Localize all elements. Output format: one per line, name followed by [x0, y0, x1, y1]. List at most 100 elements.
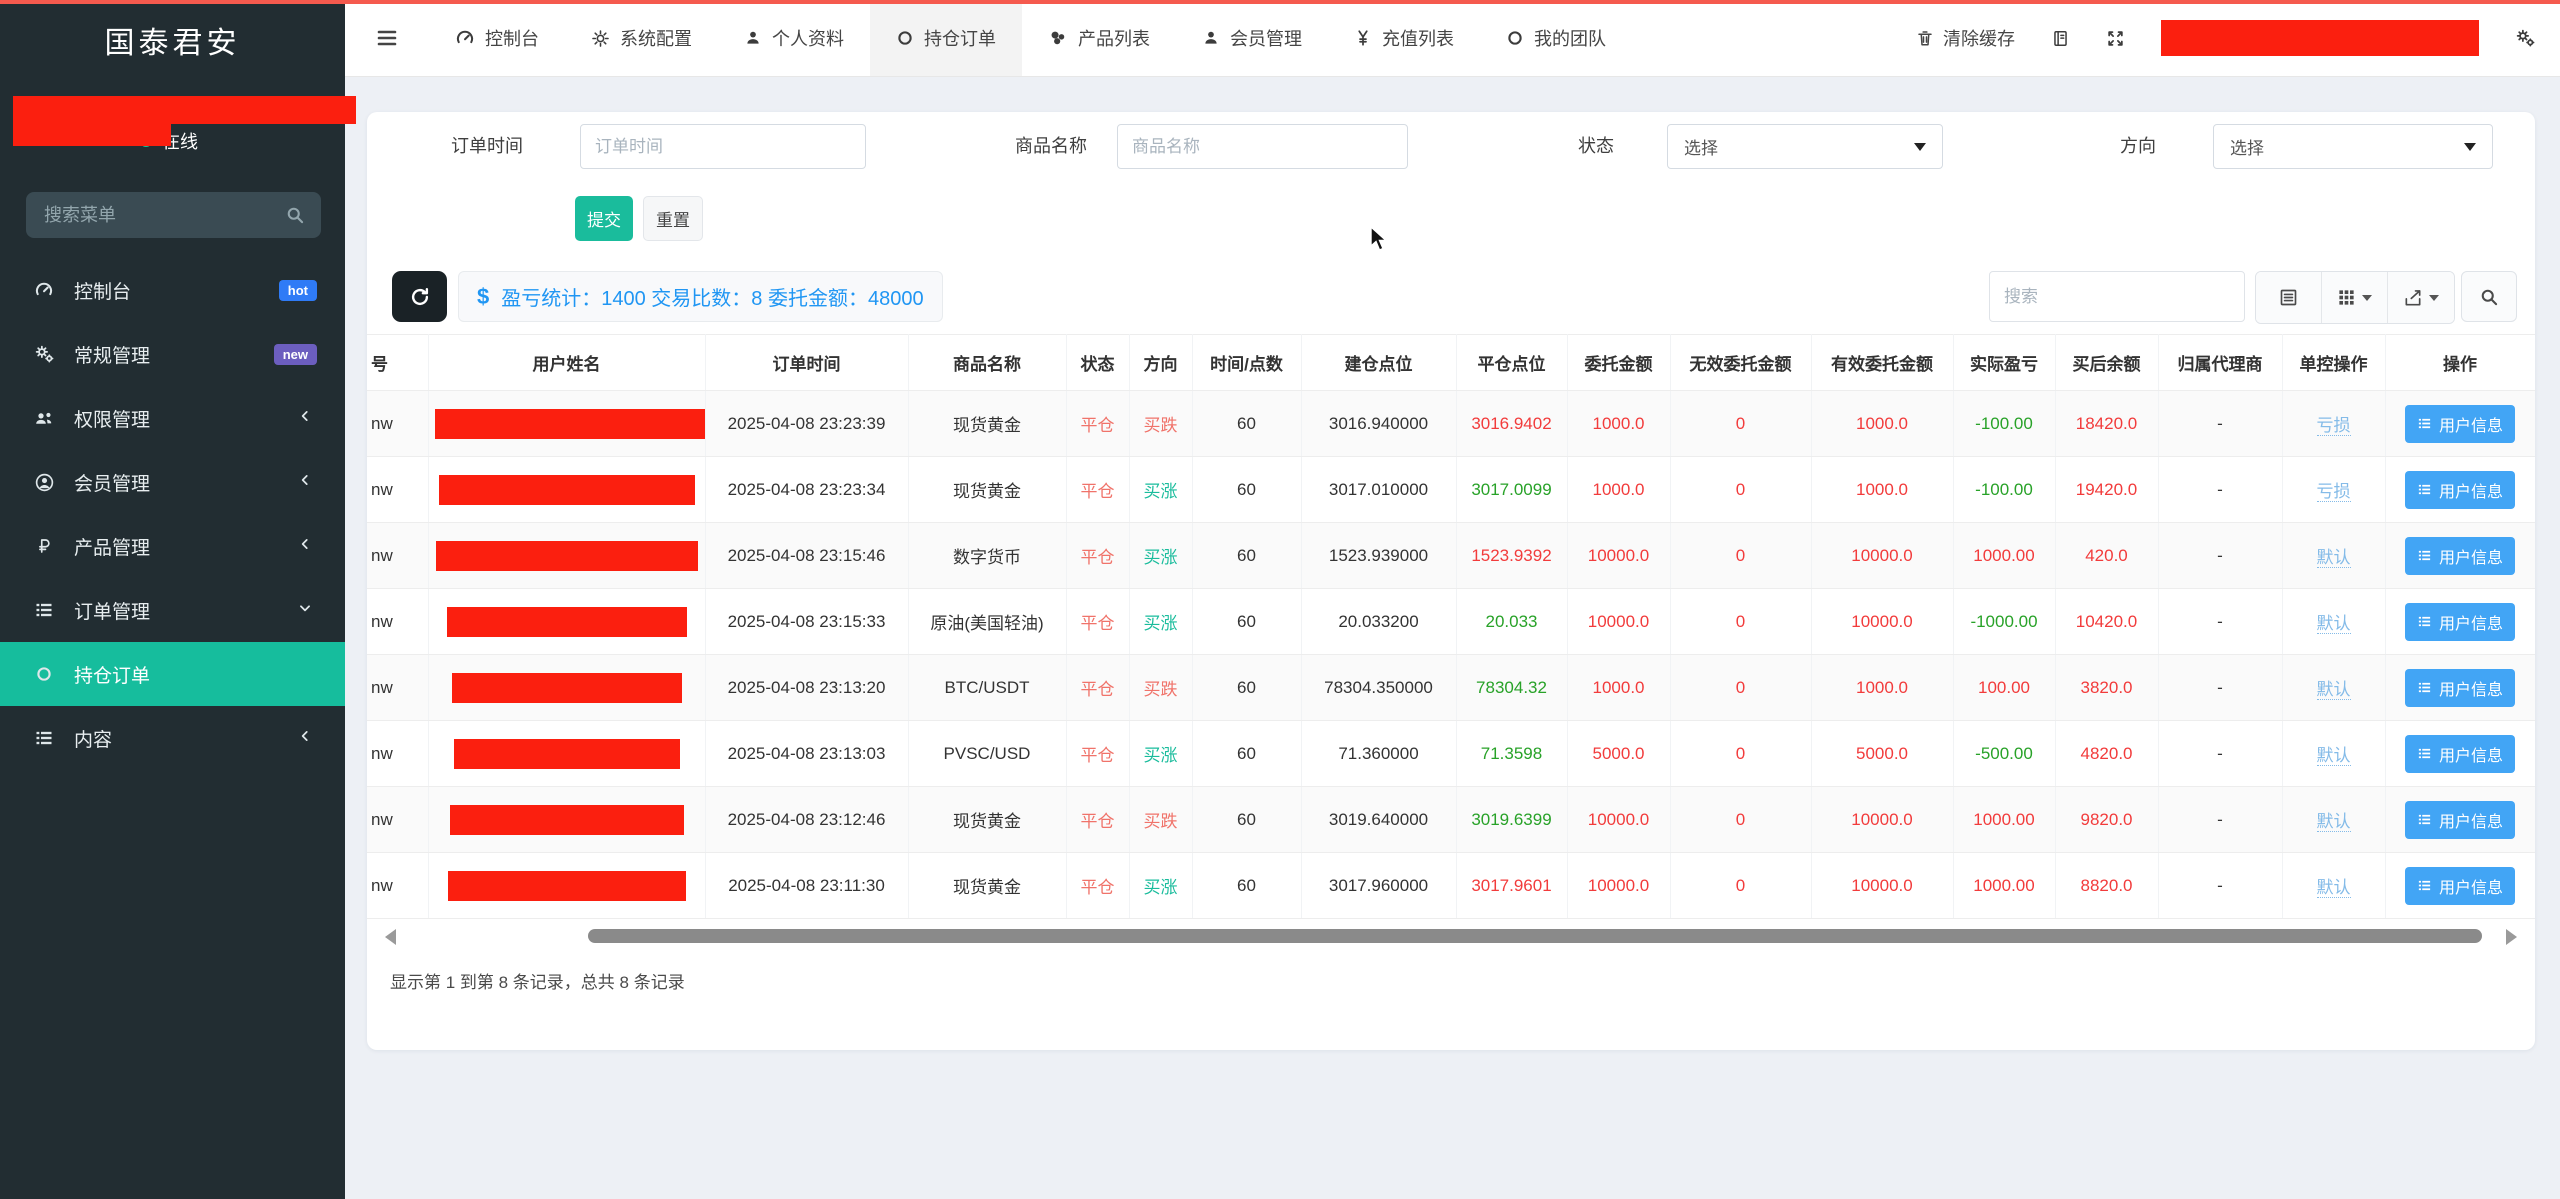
- user-info-button[interactable]: 用户信息: [2405, 603, 2515, 641]
- gauge-icon: [32, 280, 56, 300]
- status-select[interactable]: 选择: [1667, 124, 1943, 169]
- table-toolbar-group: [2255, 271, 2455, 324]
- circles-icon: [1048, 28, 1068, 48]
- circle-icon: [1506, 29, 1524, 47]
- cell-username: [428, 655, 705, 721]
- cell-action: 用户信息: [2385, 787, 2535, 853]
- sidebar-search[interactable]: [26, 192, 321, 238]
- user-info-button[interactable]: 用户信息: [2405, 405, 2515, 443]
- sidebar-search-input[interactable]: [42, 204, 285, 227]
- language-icon[interactable]: [2051, 29, 2070, 48]
- sidebar-item-content[interactable]: 内容: [0, 706, 345, 770]
- column-header: 建仓点位: [1301, 335, 1456, 391]
- new-badge: new: [274, 344, 317, 365]
- redaction-bar-username: [436, 541, 698, 571]
- sidebar-item-orders[interactable]: 订单管理: [0, 578, 345, 642]
- sidebar-item-members[interactable]: 会员管理: [0, 450, 345, 514]
- orders-table: 号用户姓名订单时间商品名称状态方向时间/点数建仓点位平仓点位委托金额无效委托金额…: [367, 334, 2535, 919]
- nav-item-recharge[interactable]: 充值列表: [1328, 0, 1480, 76]
- table-search-input[interactable]: [1989, 271, 2245, 322]
- nav-item-label: 会员管理: [1230, 25, 1302, 51]
- cell-invalid-amount: 0: [1670, 457, 1811, 523]
- nav-item-product-list[interactable]: 产品列表: [1022, 0, 1176, 76]
- search-icon[interactable]: [285, 205, 305, 225]
- nav-item-positions[interactable]: 持仓订单: [870, 0, 1022, 76]
- cell-valid-amount: 10000.0: [1811, 589, 1953, 655]
- cell-order-id: nw: [367, 589, 428, 655]
- cell-invalid-amount: 0: [1670, 589, 1811, 655]
- control-mode-link[interactable]: 默认: [2317, 878, 2351, 898]
- clear-cache-label: 清除缓存: [1943, 25, 2015, 51]
- column-header: 时间/点数: [1192, 335, 1301, 391]
- columns-button[interactable]: [2322, 272, 2388, 323]
- export-button[interactable]: [2388, 272, 2454, 323]
- control-mode-link[interactable]: 默认: [2317, 746, 2351, 766]
- user-info-button[interactable]: 用户信息: [2405, 735, 2515, 773]
- cell-valid-amount: 5000.0: [1811, 721, 1953, 787]
- control-mode-link[interactable]: 亏损: [2317, 482, 2351, 502]
- settings-gears-icon[interactable]: [2515, 28, 2536, 49]
- nav-item-profile[interactable]: 个人资料: [718, 0, 870, 76]
- column-header: 归属代理商: [2158, 335, 2282, 391]
- cell-username: [428, 391, 705, 457]
- scrollbar-thumb[interactable]: [588, 929, 2482, 943]
- caret-down-icon: [1914, 143, 1926, 151]
- chevron-left-icon: [293, 729, 317, 743]
- order-time-input[interactable]: [580, 124, 866, 169]
- cell-username: [428, 589, 705, 655]
- fullscreen-icon[interactable]: [2106, 29, 2125, 48]
- control-mode-link[interactable]: 默认: [2317, 614, 2351, 634]
- hot-badge: hot: [279, 280, 317, 301]
- sidebar-item-products[interactable]: 产品管理: [0, 514, 345, 578]
- user-info-button[interactable]: 用户信息: [2405, 537, 2515, 575]
- nav-item-system-config[interactable]: 系统配置: [565, 0, 718, 76]
- sidebar: 国泰君安 在线 控制台hot常规管理new权限管理会员管理产品管理订单管理持仓订…: [0, 0, 345, 1199]
- scroll-right-arrow-icon[interactable]: [2506, 929, 2517, 945]
- detail-view-icon: [2278, 287, 2299, 308]
- cell-order-time: 2025-04-08 23:11:30: [705, 853, 908, 919]
- control-mode-link[interactable]: 亏损: [2317, 416, 2351, 436]
- direction-select[interactable]: 选择: [2213, 124, 2493, 169]
- sidebar-item-label: 内容: [74, 725, 275, 752]
- cell-invalid-amount: 0: [1670, 523, 1811, 589]
- cell-status: 平仓: [1066, 589, 1129, 655]
- list-icon: [32, 600, 56, 620]
- clear-cache-button[interactable]: 清除缓存: [1916, 25, 2015, 51]
- control-mode-link[interactable]: 默认: [2317, 680, 2351, 700]
- sidebar-item-dashboard[interactable]: 控制台hot: [0, 258, 345, 322]
- column-header: 商品名称: [908, 335, 1066, 391]
- reset-button[interactable]: 重置: [643, 196, 703, 241]
- horizontal-scrollbar: [385, 926, 2517, 948]
- refresh-button[interactable]: [392, 271, 447, 322]
- cell-amount: 10000.0: [1567, 787, 1670, 853]
- column-header: 无效委托金额: [1670, 335, 1811, 391]
- user-info-button[interactable]: 用户信息: [2405, 669, 2515, 707]
- cell-balance: 420.0: [2055, 523, 2158, 589]
- cell-agent: -: [2158, 457, 2282, 523]
- nav-item-team[interactable]: 我的团队: [1480, 0, 1632, 76]
- user-info-button[interactable]: 用户信息: [2405, 471, 2515, 509]
- cell-invalid-amount: 0: [1670, 721, 1811, 787]
- sidebar-item-general[interactable]: 常规管理new: [0, 322, 345, 386]
- navbar-right: 清除缓存: [1916, 0, 2560, 76]
- nav-item-dashboard[interactable]: 控制台: [429, 0, 565, 76]
- user-info-button[interactable]: 用户信息: [2405, 867, 2515, 905]
- sidebar-item-positions[interactable]: 持仓订单: [0, 642, 345, 706]
- user-info-button[interactable]: 用户信息: [2405, 801, 2515, 839]
- submit-button[interactable]: 提交: [575, 196, 633, 241]
- control-mode-link[interactable]: 默认: [2317, 548, 2351, 568]
- sidebar-item-permissions[interactable]: 权限管理: [0, 386, 345, 450]
- nav-item-members[interactable]: 会员管理: [1176, 0, 1328, 76]
- table-row: nw2025-04-08 23:23:39现货黄金平仓买跌603016.9400…: [367, 391, 2535, 457]
- cell-action: 用户信息: [2385, 655, 2535, 721]
- cell-product: 现货黄金: [908, 787, 1066, 853]
- scroll-left-arrow-icon[interactable]: [385, 929, 396, 945]
- hamburger-menu-icon[interactable]: [345, 0, 429, 76]
- control-mode-link[interactable]: 默认: [2317, 812, 2351, 832]
- table-search-button[interactable]: [2461, 271, 2517, 322]
- column-header: 平仓点位: [1456, 335, 1567, 391]
- toggle-view-button[interactable]: [2256, 272, 2322, 323]
- product-name-input[interactable]: [1117, 124, 1408, 169]
- redaction-bar-username: [448, 871, 686, 901]
- list-icon: [32, 728, 56, 748]
